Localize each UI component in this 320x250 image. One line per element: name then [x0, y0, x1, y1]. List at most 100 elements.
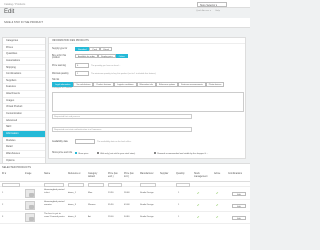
cell-name: Hummingbird printed t-shirt [44, 189, 65, 194]
col-reference[interactable]: Reference ▾ [68, 173, 80, 176]
table-row[interactable]: 3 The best is yet to come' Framed poster… [0, 212, 250, 224]
filter-name-input[interactable] [44, 182, 64, 187]
tab-tax-calculations[interactable]: Tax calculations [73, 82, 94, 87]
cell-quantity: 1 [178, 192, 180, 194]
col-quantity[interactable]: Quantity [176, 173, 185, 176]
filter-quantity-input[interactable] [176, 182, 190, 187]
tab-product-features[interactable]: Product features [93, 82, 115, 87]
tab-photo-devices[interactable]: Photo devices [205, 82, 225, 87]
filter-id-input[interactable] [2, 182, 20, 187]
col-supplier[interactable]: Supplier [160, 173, 168, 176]
price-row: Price warning 0 The quantity you have on… [49, 63, 247, 69]
cell-price-excl: 29.00 [108, 216, 114, 218]
checkbox-icon[interactable] [97, 151, 100, 154]
sidebar-item-seo[interactable]: SEO [3, 124, 45, 131]
description-field-2[interactable]: Requested next state authentication to e… [52, 127, 192, 132]
product-sidebar: Categories Prices Quantities Association… [2, 37, 46, 179]
check-rewards[interactable]: Rewards recommended and visible by the s… [154, 151, 208, 154]
availability-label: Availability date [52, 140, 68, 143]
sidebar-item-warehouses[interactable]: Warehouses [3, 151, 45, 158]
minimal-input[interactable]: 1 [75, 71, 89, 76]
sidebar-item-shipping[interactable]: Shipping [3, 65, 45, 72]
tab-features-measurements[interactable]: Features measurements [178, 82, 206, 87]
cell-manufacturer: Studio Design [140, 216, 154, 218]
checkbox-icon[interactable] [75, 151, 78, 154]
table-header: ID ▾ Image Name Reference ▾ Category def… [0, 171, 250, 182]
display-price-button[interactable]: Display price [97, 53, 116, 58]
col-manufacturer[interactable]: Manufacturer [140, 173, 154, 176]
cell-id: 1 [2, 192, 4, 194]
tab-legal-information[interactable]: Legal information [52, 82, 74, 87]
sidebar-item-attachments[interactable]: Attachments [3, 91, 45, 98]
sidebar-item-categories[interactable]: Categories [3, 38, 45, 45]
cell-category: Men [88, 192, 93, 194]
supply-standard-button[interactable]: Standard [75, 46, 90, 51]
col-id[interactable]: ID ▾ [2, 173, 6, 176]
col-stock[interactable]: Stock management [194, 173, 207, 179]
top-links: Quick Access ▾ Help [196, 9, 224, 12]
cell-name: The best is yet to come' Framed poster [44, 213, 65, 218]
sidebar-item-associations[interactable]: Associations [3, 58, 45, 65]
active-check-icon[interactable]: ✔ [216, 215, 219, 219]
table-row[interactable]: 2 Hummingbird printed sweater demo_3 Wom… [0, 200, 250, 212]
check-show-price[interactable]: Show price [75, 151, 88, 154]
supply-type-row: Supply type for Standard Pack Virtual [49, 46, 247, 52]
checkbox-icon[interactable] [154, 151, 157, 154]
page-title: Edit [4, 9, 15, 15]
col-price-incl[interactable]: Price (tax incl.) [124, 173, 138, 179]
filter-category-input[interactable] [88, 182, 104, 187]
sidebar-item-features[interactable]: Features [3, 84, 45, 92]
tab-reference-options[interactable]: Reference options [155, 82, 179, 87]
tabs-label: Tab list [52, 79, 60, 81]
checks-row: Show price and info Show price Web only … [49, 150, 247, 156]
supply-virtual-button[interactable]: Virtual [100, 46, 112, 51]
table-title: SELECTED PRODUCTS [2, 166, 31, 169]
supply-pack-button[interactable]: Pack [89, 46, 101, 51]
online-button[interactable]: Online [115, 53, 128, 58]
availability-hint: The availability date on the back office… [97, 140, 132, 143]
filter-price-input[interactable] [108, 182, 122, 187]
table-row[interactable]: 1 Hummingbird printed t-shirt demo_1 Men… [0, 188, 250, 200]
sidebar-item-modules[interactable]: Modules [3, 138, 45, 145]
product-info-panel: INFORMATION DES PRODUITS Supply type for… [48, 37, 246, 159]
check-web-only[interactable]: Web only (not sold in your retail store) [97, 151, 135, 154]
help-link[interactable]: Help [215, 10, 220, 12]
col-price-excl[interactable]: Price (tax excl.) [108, 173, 122, 179]
sidebar-item-information[interactable]: Information [3, 130, 45, 138]
sidebar-item-prices[interactable]: Prices [3, 45, 45, 52]
price-input[interactable]: 0 [75, 63, 89, 68]
sidebar-item-advanced[interactable]: Advanced [3, 118, 45, 125]
tab-logistic-conditions[interactable]: Logistic conditions [114, 82, 137, 87]
sidebar-item-combinations[interactable]: Combinations [3, 71, 45, 78]
price-label: Price warning [52, 64, 66, 67]
sidebar-item-quantities[interactable]: Quantities [3, 51, 45, 58]
active-check-icon[interactable]: ✔ [216, 191, 219, 195]
sidebar-item-virtual-product[interactable]: Virtual Product [3, 104, 45, 112]
col-active[interactable]: Active [214, 173, 220, 176]
description-editor[interactable] [52, 92, 244, 112]
active-check-icon[interactable]: ✔ [216, 203, 219, 207]
available-for-order-button[interactable]: Available for order [75, 53, 98, 58]
filter-manufacturer-input[interactable] [140, 182, 156, 187]
tab-warranties-info[interactable]: Warranties info [136, 82, 156, 87]
availability-input[interactable] [75, 139, 95, 144]
col-combinations: Combinations [228, 173, 243, 175]
edit-button[interactable]: Edit [232, 203, 246, 208]
col-category[interactable]: Category default [88, 173, 102, 179]
sidebar-item-customization[interactable]: Customization [3, 111, 45, 118]
store-selector[interactable]: Store Selector ▾ [197, 1, 227, 7]
minimal-row: Minimal quantity 1 The minimum quantity … [49, 71, 247, 77]
filter-reference-input[interactable] [68, 182, 84, 187]
sidebar-item-suppliers[interactable]: Suppliers [3, 78, 45, 85]
edit-button[interactable]: Edit [232, 191, 246, 196]
sidebar-item-images[interactable]: Images [3, 98, 45, 105]
description-field-1[interactable]: Requested fact and process [52, 114, 192, 119]
cell-reference: demo_1 [68, 192, 76, 194]
edit-button[interactable]: Edit [232, 215, 246, 220]
col-name[interactable]: Name [44, 173, 50, 176]
cell-price-excl: 35.90 [108, 204, 114, 206]
stock-check-icon: ✔ [197, 190, 200, 195]
sidebar-item-retail[interactable]: Retail [3, 144, 45, 151]
quick-access-link[interactable]: Quick Access ▾ [196, 10, 211, 12]
breadcrumb[interactable]: Catalog / Products [4, 3, 25, 6]
